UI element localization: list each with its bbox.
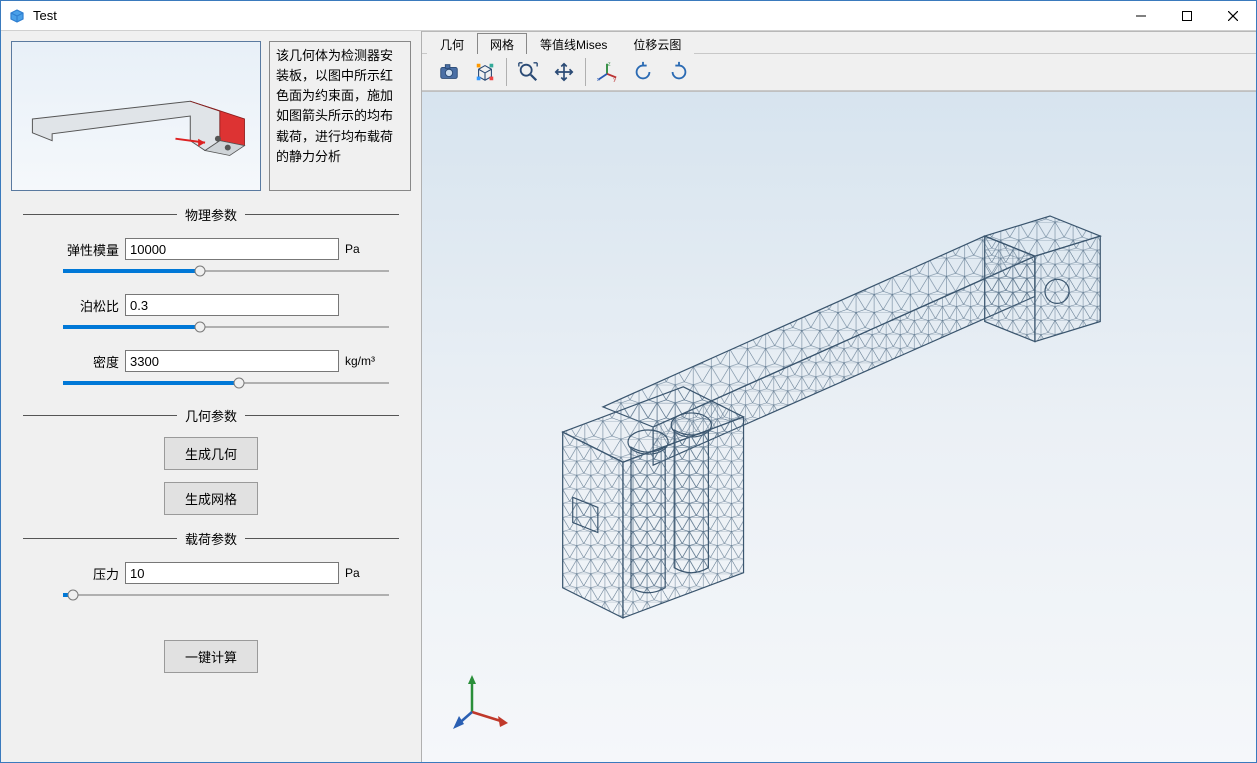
app-icon: [9, 8, 25, 24]
minimize-button[interactable]: [1118, 1, 1164, 31]
svg-text:x: x: [597, 77, 600, 83]
label-pressure: 压力: [63, 564, 119, 583]
client-area: 该几何体为检测器安装板，以图中所示红色面为约束面，施加如图箭头所示的均布载荷，进…: [1, 31, 1256, 762]
left-panel: 该几何体为检测器安装板，以图中所示红色面为约束面，施加如图箭头所示的均布载荷，进…: [1, 31, 421, 762]
viewport-toolbar: z y x: [422, 53, 1256, 91]
generate-geometry-button[interactable]: 生成几何: [164, 437, 258, 470]
generate-mesh-button[interactable]: 生成网格: [164, 482, 258, 515]
input-density[interactable]: [125, 350, 339, 372]
section-title-geometry: 几何参数: [23, 406, 399, 425]
slider-youngs-modulus[interactable]: [63, 262, 389, 280]
tab-geometry[interactable]: 几何: [427, 33, 477, 54]
compute-button[interactable]: 一键计算: [164, 640, 258, 673]
svg-text:y: y: [613, 77, 616, 83]
window-title: Test: [33, 8, 57, 23]
slider-poisson[interactable]: [63, 318, 389, 336]
maximize-button[interactable]: [1164, 1, 1210, 31]
unit-youngs-modulus: Pa: [345, 242, 389, 256]
unit-density: kg/m³: [345, 354, 389, 368]
geometry-thumbnail: [11, 41, 261, 191]
tab-mesh[interactable]: 网格: [477, 33, 527, 54]
label-poisson: 泊松比: [63, 296, 119, 315]
slider-pressure[interactable]: [63, 586, 389, 604]
application-window: Test: [0, 0, 1257, 763]
close-button[interactable]: [1210, 1, 1256, 31]
svg-text:z: z: [608, 62, 611, 68]
rotate-right-icon[interactable]: [664, 58, 694, 86]
window-controls: [1118, 1, 1256, 31]
tab-mises[interactable]: 等值线Mises: [527, 33, 620, 54]
tab-bar: 几何 网格 等值线Mises 位移云图: [422, 31, 1256, 53]
input-youngs-modulus[interactable]: [125, 238, 339, 260]
axis-triad: [452, 672, 512, 732]
section-title-load: 载荷参数: [23, 529, 399, 548]
3d-viewport[interactable]: [422, 91, 1256, 762]
label-density: 密度: [63, 352, 119, 371]
input-poisson[interactable]: [125, 294, 339, 316]
right-panel: 几何 网格 等值线Mises 位移云图: [421, 31, 1256, 762]
description-box: 该几何体为检测器安装板，以图中所示红色面为约束面，施加如图箭头所示的均布载荷，进…: [269, 41, 411, 191]
section-title-physical: 物理参数: [23, 205, 399, 224]
cube-select-icon[interactable]: [470, 58, 500, 86]
input-pressure[interactable]: [125, 562, 339, 584]
slider-density[interactable]: [63, 374, 389, 392]
axis-triad-icon[interactable]: z y x: [592, 58, 622, 86]
pan-icon[interactable]: [549, 58, 579, 86]
unit-pressure: Pa: [345, 566, 389, 580]
titlebar: Test: [1, 1, 1256, 31]
label-youngs-modulus: 弹性模量: [63, 240, 119, 259]
tab-displacement[interactable]: 位移云图: [620, 33, 694, 54]
camera-icon[interactable]: [434, 58, 464, 86]
rotate-left-icon[interactable]: [628, 58, 658, 86]
zoom-fit-icon[interactable]: [513, 58, 543, 86]
